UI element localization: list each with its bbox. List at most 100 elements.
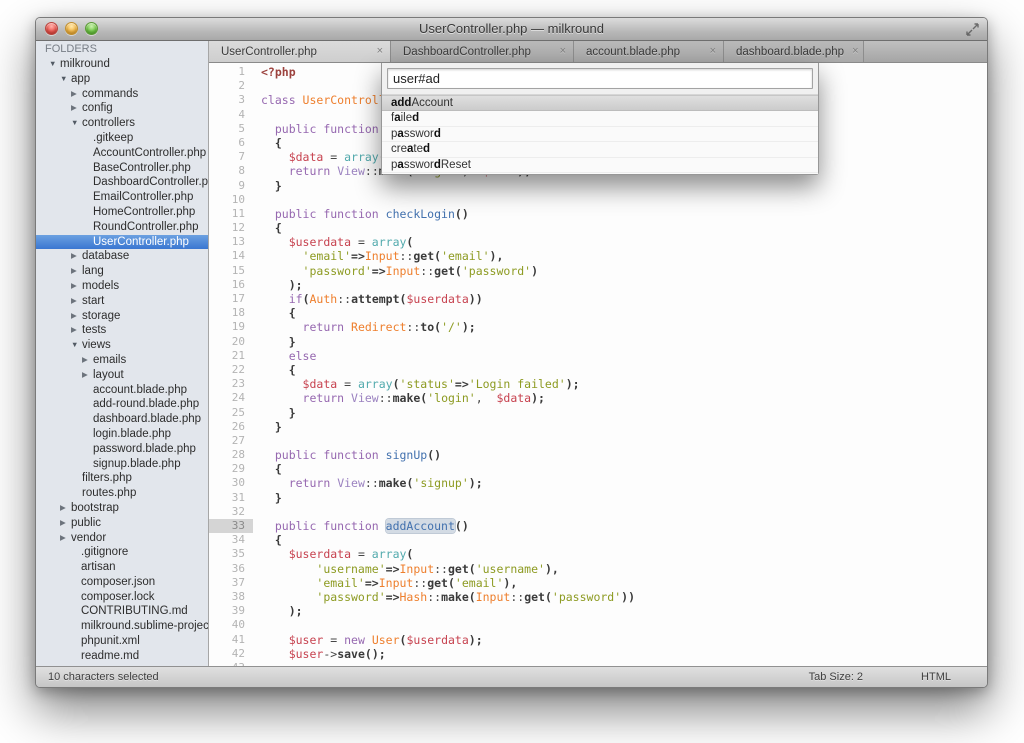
sidebar-item[interactable]: routes.php bbox=[36, 486, 208, 501]
line-number[interactable]: 9 bbox=[209, 179, 253, 193]
sidebar-item[interactable]: dashboard.blade.php bbox=[36, 412, 208, 427]
sidebar-item[interactable]: DashboardController.php bbox=[36, 175, 208, 190]
line-number[interactable]: 16 bbox=[209, 278, 253, 292]
tab-close-icon[interactable]: × bbox=[844, 46, 858, 57]
sidebar-item[interactable]: ▶layout bbox=[36, 368, 208, 383]
sidebar-item[interactable]: RoundController.php bbox=[36, 220, 208, 235]
sidebar-item[interactable]: password.blade.php bbox=[36, 442, 208, 457]
goto-anything-input[interactable] bbox=[387, 68, 813, 89]
code-line[interactable]: 17 if(Auth::attempt($userdata)) bbox=[209, 292, 987, 306]
triangle-expanded-icon[interactable]: ▼ bbox=[49, 57, 56, 72]
sidebar-item[interactable]: ▶database bbox=[36, 249, 208, 264]
line-number[interactable]: 39 bbox=[209, 604, 253, 618]
sidebar-item[interactable]: ▶tests bbox=[36, 323, 208, 338]
line-number[interactable]: 27 bbox=[209, 434, 253, 448]
code-line[interactable]: 37 'email'=>Input::get('email'), bbox=[209, 576, 987, 590]
line-number[interactable]: 19 bbox=[209, 320, 253, 334]
goto-result-item[interactable]: password bbox=[382, 127, 818, 142]
sidebar-item[interactable]: composer.lock bbox=[36, 590, 208, 605]
triangle-collapsed-icon[interactable]: ▶ bbox=[60, 501, 66, 516]
tab[interactable]: UserController.php× bbox=[209, 41, 391, 62]
sidebar-item[interactable]: filters.php bbox=[36, 471, 208, 486]
code-line[interactable]: 19 return Redirect::to('/'); bbox=[209, 320, 987, 334]
code-line[interactable]: 42 $user->save(); bbox=[209, 647, 987, 661]
goto-result-item[interactable]: addAccount bbox=[382, 95, 818, 111]
line-number[interactable]: 30 bbox=[209, 476, 253, 490]
triangle-collapsed-icon[interactable]: ▶ bbox=[71, 101, 77, 116]
triangle-collapsed-icon[interactable]: ▶ bbox=[71, 323, 77, 338]
line-number[interactable]: 11 bbox=[209, 207, 253, 221]
fullscreen-icon[interactable] bbox=[966, 23, 979, 36]
sidebar-item[interactable]: AccountController.php bbox=[36, 146, 208, 161]
line-number[interactable]: 15 bbox=[209, 264, 253, 278]
line-number[interactable]: 42 bbox=[209, 647, 253, 661]
code-line[interactable]: 30 return View::make('signup'); bbox=[209, 476, 987, 490]
code-line[interactable]: 33 public function addAccount() bbox=[209, 519, 987, 533]
sidebar-item[interactable]: UserController.php bbox=[36, 235, 208, 250]
line-number[interactable]: 10 bbox=[209, 193, 253, 207]
sidebar-item[interactable]: composer.json bbox=[36, 575, 208, 590]
zoom-button[interactable] bbox=[85, 22, 98, 35]
line-number[interactable]: 26 bbox=[209, 420, 253, 434]
sidebar-item[interactable]: milkround.sublime-project bbox=[36, 619, 208, 634]
code-line[interactable]: 24 return View::make('login', $data); bbox=[209, 391, 987, 405]
triangle-collapsed-icon[interactable]: ▶ bbox=[71, 264, 77, 279]
line-number[interactable]: 20 bbox=[209, 335, 253, 349]
sidebar-item[interactable]: ▼milkround bbox=[36, 57, 208, 72]
line-number[interactable]: 37 bbox=[209, 576, 253, 590]
code-line[interactable]: 13 $userdata = array( bbox=[209, 235, 987, 249]
sidebar-item[interactable]: readme.md bbox=[36, 649, 208, 664]
line-number[interactable]: 28 bbox=[209, 448, 253, 462]
sidebar-item[interactable]: CONTRIBUTING.md bbox=[36, 604, 208, 619]
status-syntax[interactable]: HTML bbox=[921, 671, 951, 683]
line-number[interactable]: 14 bbox=[209, 249, 253, 263]
line-number[interactable]: 8 bbox=[209, 164, 253, 178]
code-line[interactable]: 34 { bbox=[209, 533, 987, 547]
code-line[interactable]: 25 } bbox=[209, 406, 987, 420]
triangle-collapsed-icon[interactable]: ▶ bbox=[82, 368, 88, 383]
sidebar-item[interactable]: ▶bootstrap bbox=[36, 501, 208, 516]
code-line[interactable]: 38 'password'=>Hash::make(Input::get('pa… bbox=[209, 590, 987, 604]
triangle-collapsed-icon[interactable]: ▶ bbox=[60, 516, 66, 531]
triangle-expanded-icon[interactable]: ▼ bbox=[71, 116, 78, 131]
code-line[interactable]: 35 $userdata = array( bbox=[209, 547, 987, 561]
line-number[interactable]: 25 bbox=[209, 406, 253, 420]
code-line[interactable]: 29 { bbox=[209, 462, 987, 476]
code-line[interactable]: 21 else bbox=[209, 349, 987, 363]
sidebar-item[interactable]: phpunit.xml bbox=[36, 634, 208, 649]
line-number[interactable]: 33 bbox=[209, 519, 253, 533]
goto-result-item[interactable]: failed bbox=[382, 111, 818, 126]
line-number[interactable]: 13 bbox=[209, 235, 253, 249]
line-number[interactable]: 6 bbox=[209, 136, 253, 150]
line-number[interactable]: 35 bbox=[209, 547, 253, 561]
sidebar-item[interactable]: ▶vendor bbox=[36, 531, 208, 546]
goto-result-item[interactable]: created bbox=[382, 142, 818, 157]
line-number[interactable]: 29 bbox=[209, 462, 253, 476]
line-number[interactable]: 34 bbox=[209, 533, 253, 547]
line-number[interactable]: 17 bbox=[209, 292, 253, 306]
line-number[interactable]: 7 bbox=[209, 150, 253, 164]
sidebar-item[interactable]: login.blade.php bbox=[36, 427, 208, 442]
sidebar-item[interactable]: ▼app bbox=[36, 72, 208, 87]
line-number[interactable]: 21 bbox=[209, 349, 253, 363]
sidebar-item[interactable]: EmailController.php bbox=[36, 190, 208, 205]
sidebar-item[interactable]: ▶config bbox=[36, 101, 208, 116]
sidebar-item[interactable]: ▶commands bbox=[36, 87, 208, 102]
code-line[interactable]: 41 $user = new User($userdata); bbox=[209, 633, 987, 647]
sidebar-item[interactable]: signup.blade.php bbox=[36, 457, 208, 472]
sidebar-item[interactable]: ▶start bbox=[36, 294, 208, 309]
triangle-collapsed-icon[interactable]: ▶ bbox=[71, 309, 77, 324]
code-line[interactable]: 12 { bbox=[209, 221, 987, 235]
line-number[interactable]: 24 bbox=[209, 391, 253, 405]
code-line[interactable]: 11 public function checkLogin() bbox=[209, 207, 987, 221]
title-bar[interactable]: UserController.php — milkround bbox=[36, 18, 987, 41]
code-line[interactable]: 16 ); bbox=[209, 278, 987, 292]
line-number[interactable]: 32 bbox=[209, 505, 253, 519]
sidebar-item[interactable]: ▶models bbox=[36, 279, 208, 294]
code-line[interactable]: 31 } bbox=[209, 491, 987, 505]
code-line[interactable]: 28 public function signUp() bbox=[209, 448, 987, 462]
triangle-expanded-icon[interactable]: ▼ bbox=[71, 338, 78, 353]
line-number[interactable]: 22 bbox=[209, 363, 253, 377]
line-number[interactable]: 3 bbox=[209, 93, 253, 107]
tab[interactable]: dashboard.blade.php× bbox=[724, 41, 864, 62]
